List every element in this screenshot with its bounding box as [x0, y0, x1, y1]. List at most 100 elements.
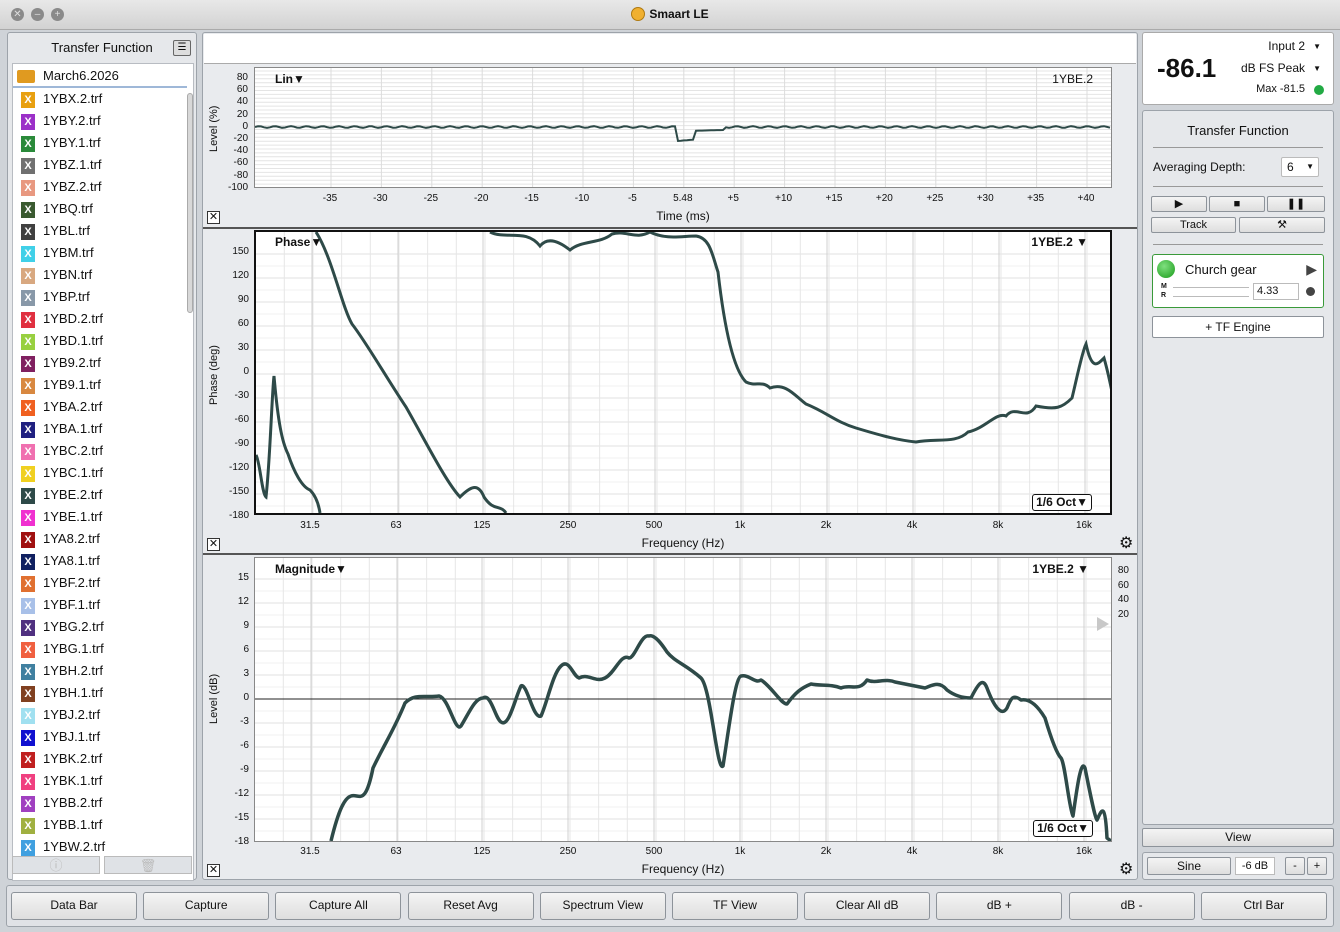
file-item[interactable]: X 1YBX.2.trf: [13, 88, 193, 110]
magnitude-plot-title[interactable]: Magnitude▼: [275, 562, 347, 576]
delay-field[interactable]: 4.33: [1253, 283, 1299, 300]
file-item[interactable]: X 1YBG.1.trf: [13, 638, 193, 660]
add-tf-engine-button[interactable]: + TF Engine: [1152, 316, 1324, 338]
stop-button[interactable]: ■: [1209, 196, 1265, 212]
input-chevron-down-icon[interactable]: ▼: [1313, 42, 1321, 51]
file-item[interactable]: X 1YBZ.2.trf: [13, 176, 193, 198]
toolbar-button-reset-avg[interactable]: Reset Avg: [407, 892, 534, 920]
file-item[interactable]: X 1YBH.2.trf: [13, 660, 193, 682]
toolbar-button-capture-all[interactable]: Capture All: [275, 892, 402, 920]
file-item[interactable]: X 1YBJ.2.trf: [13, 704, 193, 726]
record-dot-icon[interactable]: [1306, 287, 1315, 296]
file-item[interactable]: X 1YBN.trf: [13, 264, 193, 286]
toolbar-button-ctrl-bar[interactable]: Ctrl Bar: [1200, 892, 1327, 920]
toolbar-button-clear-all-db[interactable]: Clear All dB: [804, 892, 931, 920]
file-item[interactable]: X 1YA8.1.trf: [13, 550, 193, 572]
file-item[interactable]: X 1YBB.2.trf: [13, 792, 193, 814]
view-button[interactable]: View: [1142, 828, 1334, 847]
file-item[interactable]: X 1YB9.2.trf: [13, 352, 193, 374]
toolbar-button-db-[interactable]: dB +: [936, 892, 1063, 920]
close-magnitude-plot-icon[interactable]: ✕: [207, 864, 220, 877]
toolbar-button-db-[interactable]: dB -: [1068, 892, 1195, 920]
file-item[interactable]: X 1YBD.2.trf: [13, 308, 193, 330]
track-button[interactable]: Track: [1151, 217, 1236, 233]
file-item[interactable]: X 1YBC.2.trf: [13, 440, 193, 462]
averaging-chevron-icon: ▼: [1306, 162, 1314, 171]
signal-type-button[interactable]: Sine: [1147, 857, 1231, 875]
file-item[interactable]: X 1YBA.1.trf: [13, 418, 193, 440]
coherence-handle-icon[interactable]: [1097, 617, 1109, 631]
plot-divider[interactable]: [203, 227, 1137, 229]
trf-file-icon: X: [21, 356, 35, 372]
file-name: 1YBC.1.trf: [43, 465, 103, 480]
play-button[interactable]: ▶: [1151, 196, 1207, 212]
phase-trace-label[interactable]: 1YBE.2 ▼: [1031, 235, 1088, 249]
file-item[interactable]: X 1YBE.2.trf: [13, 484, 193, 506]
file-item[interactable]: X 1YB9.1.trf: [13, 374, 193, 396]
phase-smoothing-button[interactable]: 1/6 Oct▼: [1032, 494, 1092, 511]
file-item[interactable]: X 1YBZ.1.trf: [13, 154, 193, 176]
file-item[interactable]: X 1YBQ.trf: [13, 198, 193, 220]
level-minus-button[interactable]: -: [1285, 857, 1305, 875]
file-item[interactable]: X 1YBY.1.trf: [13, 132, 193, 154]
magnitude-settings-gear-icon[interactable]: ⚙: [1119, 862, 1133, 878]
file-item[interactable]: X 1YBJ.1.trf: [13, 726, 193, 748]
engine-name[interactable]: Church gear: [1185, 262, 1257, 277]
tf-engine-card[interactable]: Church gear ▶ M R 4.33: [1152, 254, 1324, 308]
file-item[interactable]: X 1YA8.2.trf: [13, 528, 193, 550]
close-lin-plot-icon[interactable]: ✕: [207, 211, 220, 224]
close-phase-plot-icon[interactable]: ✕: [207, 538, 220, 551]
lin-plot-title[interactable]: Lin▼: [275, 72, 305, 86]
phase-plot-area[interactable]: Phase▼ 1YBE.2 ▼ 1/6 Oct▼: [254, 230, 1112, 515]
tools-button[interactable]: ⚒: [1239, 217, 1325, 233]
scrollbar-thumb[interactable]: [187, 93, 193, 313]
file-item[interactable]: X 1YBK.1.trf: [13, 770, 193, 792]
pause-button[interactable]: ❚❚: [1267, 196, 1325, 212]
file-item[interactable]: X 1YBB.1.trf: [13, 814, 193, 836]
file-item[interactable]: X 1YBP.trf: [13, 286, 193, 308]
meter-input[interactable]: Input 2: [1268, 39, 1305, 53]
file-list-scrollbar[interactable]: [186, 93, 194, 883]
trash-button[interactable]: 🗑: [104, 856, 192, 874]
file-item[interactable]: X 1YBK.2.trf: [13, 748, 193, 770]
magnitude-smoothing-button[interactable]: 1/6 Oct▼: [1033, 820, 1093, 837]
info-button[interactable]: ⓘ: [12, 856, 100, 874]
file-item[interactable]: X 1YBF.1.trf: [13, 594, 193, 616]
sidebar-menu-icon[interactable]: ☰: [173, 40, 191, 56]
magnitude-plot-area[interactable]: Magnitude▼ 1YBE.2 ▼ 1/6 Oct▼: [254, 557, 1112, 842]
plot-divider-2[interactable]: [203, 553, 1137, 555]
file-item[interactable]: X 1YBG.2.trf: [13, 616, 193, 638]
file-item[interactable]: X 1YBC.1.trf: [13, 462, 193, 484]
magnitude-trace-label[interactable]: 1YBE.2 ▼: [1032, 562, 1089, 576]
engine-play-icon[interactable]: ▶: [1306, 261, 1317, 278]
averaging-select[interactable]: 6 ▼: [1281, 157, 1319, 177]
toolbar-button-tf-view[interactable]: TF View: [672, 892, 798, 920]
engine-status-icon[interactable]: [1157, 260, 1175, 278]
phase-plot-title[interactable]: Phase▼: [275, 235, 322, 249]
file-item[interactable]: X 1YBL.trf: [13, 220, 193, 242]
file-item[interactable]: X 1YBW.2.trf: [13, 836, 193, 858]
file-item[interactable]: X 1YBM.trf: [13, 242, 193, 264]
file-item[interactable]: X 1YBD.1.trf: [13, 330, 193, 352]
phase-settings-gear-icon[interactable]: ⚙: [1119, 536, 1133, 552]
folder-row[interactable]: March6.2026: [13, 64, 187, 88]
file-list: March6.2026 X 1YBX.2.trf X 1YBY.2.trf X 1YBY.…: [12, 63, 194, 881]
level-plus-button[interactable]: +: [1307, 857, 1327, 875]
lin-y-tick: 40: [236, 96, 248, 108]
generator-level[interactable]: -6 dB: [1235, 857, 1275, 875]
toolbar-button-capture[interactable]: Capture: [143, 892, 270, 920]
mode-chevron-down-icon[interactable]: ▼: [1313, 64, 1321, 73]
toolbar-button-data-bar[interactable]: Data Bar: [11, 892, 137, 920]
file-name: 1YB9.2.trf: [43, 355, 101, 370]
file-name: 1YBF.1.trf: [43, 597, 101, 612]
meter-mode[interactable]: dB FS Peak: [1241, 61, 1305, 75]
file-item[interactable]: X 1YBY.2.trf: [13, 110, 193, 132]
file-item[interactable]: X 1YBA.2.trf: [13, 396, 193, 418]
trf-file-icon: X: [21, 246, 35, 262]
level-meter[interactable]: -86.1 Input 2 ▼ dB FS Peak ▼ Max -81.5: [1142, 32, 1334, 105]
file-item[interactable]: X 1YBE.1.trf: [13, 506, 193, 528]
file-item[interactable]: X 1YBF.2.trf: [13, 572, 193, 594]
toolbar-button-spectrum-view[interactable]: Spectrum View: [539, 892, 666, 920]
lin-plot-area[interactable]: Lin▼ 1YBE.2: [254, 67, 1112, 188]
file-item[interactable]: X 1YBH.1.trf: [13, 682, 193, 704]
